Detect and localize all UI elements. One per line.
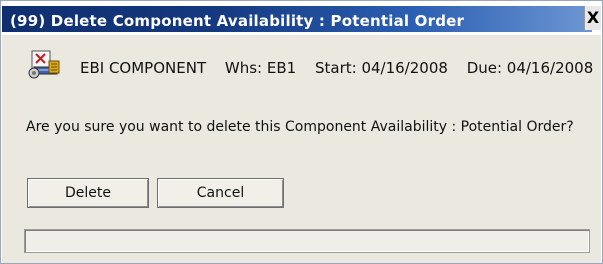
- document-warning-icon: [28, 50, 60, 79]
- component-name: EBI COMPONENT: [80, 59, 207, 77]
- window-title: (99) Delete Component Availability : Pot…: [10, 12, 465, 30]
- title-bar: (99) Delete Component Availability : Pot…: [2, 2, 601, 34]
- progress-bar: [24, 229, 590, 253]
- confirmation-question: Are you sure you want to delete this Com…: [26, 119, 574, 135]
- close-button[interactable]: X: [584, 6, 601, 30]
- title-bar-background: (99) Delete Component Availability : Pot…: [2, 6, 592, 32]
- item-summary: EBI COMPONENT Whs: EB1 Start: 04/16/2008…: [80, 59, 603, 77]
- close-icon: X: [586, 8, 600, 27]
- due-date: Due: 04/16/2008: [466, 59, 594, 77]
- delete-component-availability-dialog: (99) Delete Component Availability : Pot…: [0, 0, 603, 264]
- delete-button[interactable]: Delete: [27, 178, 149, 208]
- cancel-button[interactable]: Cancel: [157, 178, 284, 208]
- start-date: Start: 04/16/2008: [314, 59, 448, 77]
- warehouse-label: Whs: EB1: [224, 59, 297, 77]
